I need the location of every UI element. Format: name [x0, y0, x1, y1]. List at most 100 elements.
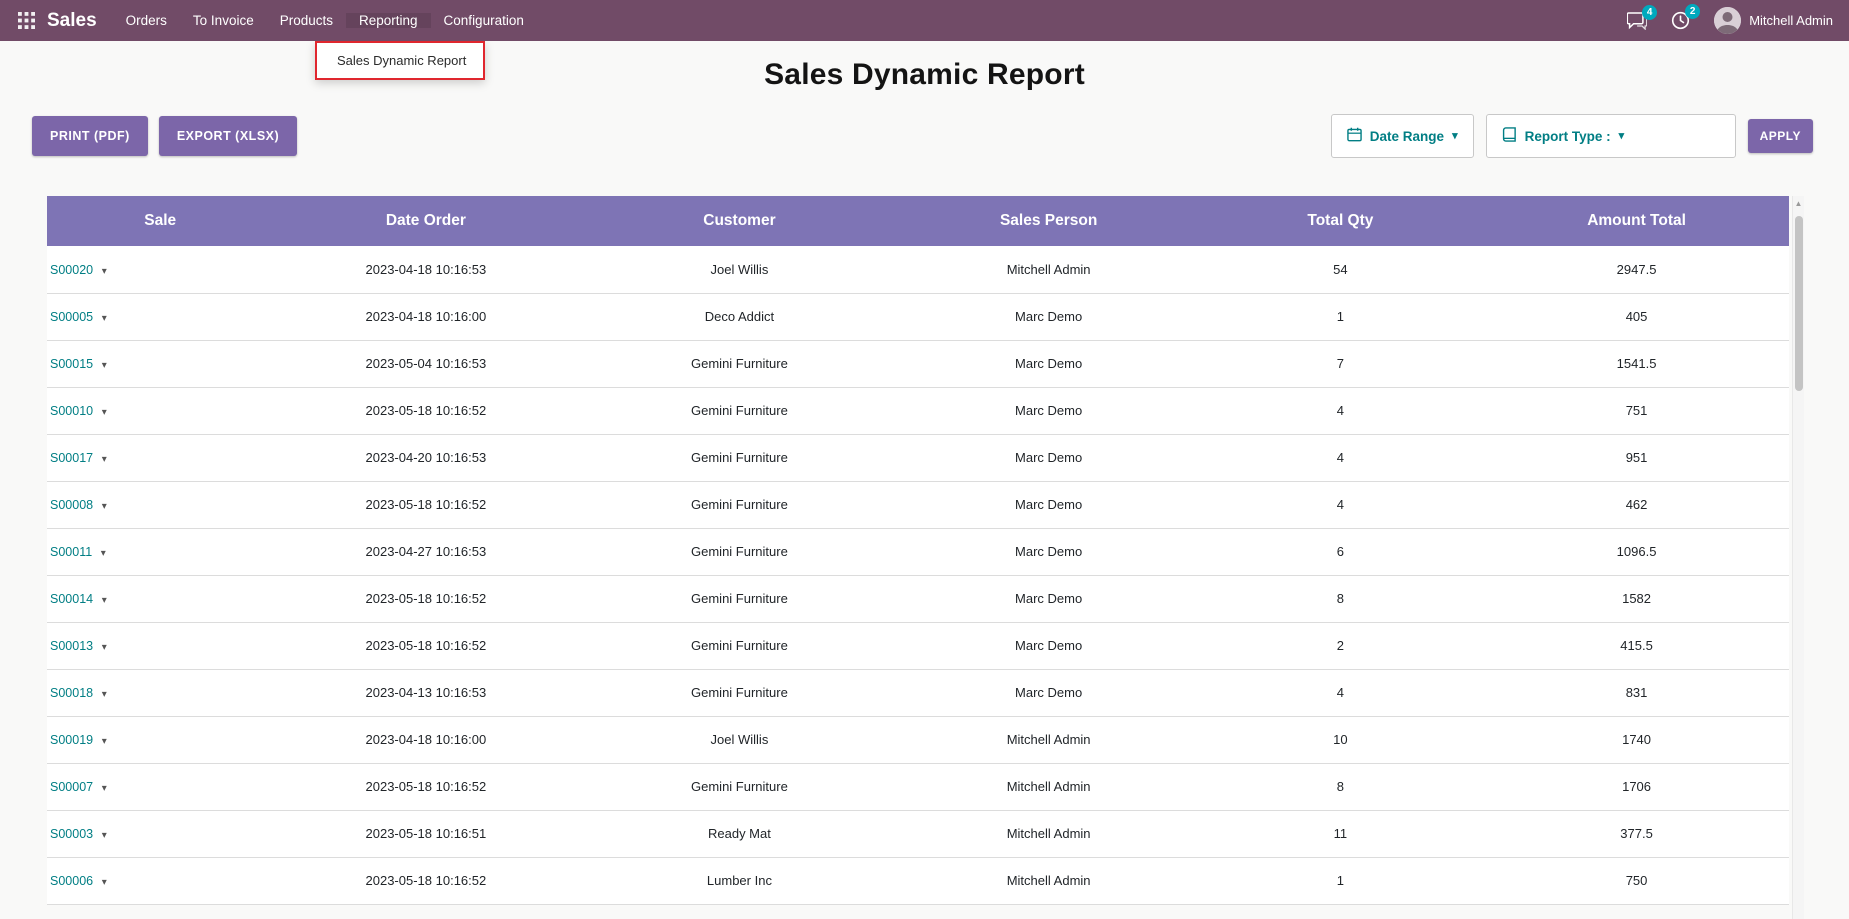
user-avatar [1714, 7, 1741, 34]
date-range-dropdown[interactable]: Date Range ▾ [1331, 114, 1474, 158]
sale-order-link[interactable]: S00020 [50, 263, 93, 277]
cell-total-qty: 11 [1197, 810, 1484, 857]
cell-date-order: 2023-04-13 10:16:53 [273, 669, 578, 716]
caret-down-icon: ▾ [1619, 131, 1625, 142]
cell-amount-total: 951 [1484, 434, 1789, 481]
column-header-sales-person: Sales Person [901, 196, 1197, 246]
caret-down-icon[interactable]: ▾ [102, 642, 107, 653]
user-menu[interactable]: Mitchell Admin [1714, 7, 1833, 34]
app-brand[interactable]: Sales [47, 10, 97, 32]
toolbar: PRINT (PDF) EXPORT (XLSX) Date Range ▾ [32, 114, 1813, 158]
cell-customer: Gemini Furniture [578, 622, 900, 669]
nav-item-to-invoice[interactable]: To Invoice [180, 13, 267, 28]
apps-grid-icon[interactable] [14, 0, 38, 41]
sale-order-link[interactable]: S00003 [50, 827, 93, 841]
caret-down-icon[interactable]: ▾ [102, 266, 107, 277]
messages-icon[interactable]: 4 [1627, 12, 1647, 30]
cell-sale: S00015 ▾ [47, 340, 273, 387]
caret-down-icon[interactable]: ▾ [102, 783, 107, 794]
cell-sales-person: Mitchell Admin [901, 716, 1197, 763]
caret-down-icon[interactable]: ▾ [102, 689, 107, 700]
sale-order-link[interactable]: S00007 [50, 780, 93, 794]
report-type-dropdown[interactable]: Report Type : ▾ [1486, 114, 1736, 158]
page-title: Sales Dynamic Report [0, 58, 1849, 92]
caret-down-icon[interactable]: ▾ [102, 501, 107, 512]
nav-item-reporting[interactable]: Reporting [346, 13, 431, 28]
cell-amount-total: 1096.5 [1484, 528, 1789, 575]
cell-customer: Gemini Furniture [578, 481, 900, 528]
caret-down-icon[interactable]: ▾ [102, 454, 107, 465]
activities-clock-icon[interactable]: 2 [1671, 11, 1690, 30]
cell-customer: Gemini Furniture [578, 575, 900, 622]
sale-order-link[interactable]: S00019 [50, 733, 93, 747]
cell-date-order: 2023-05-18 10:16:52 [273, 575, 578, 622]
cell-customer: Gemini Furniture [578, 434, 900, 481]
column-header-amount-total: Amount Total [1484, 196, 1789, 246]
sale-order-link[interactable]: S00005 [50, 310, 93, 324]
cell-amount-total: 1541.5 [1484, 340, 1789, 387]
calendar-icon [1347, 127, 1362, 145]
table-row: S00019 ▾ 2023-04-18 10:16:00 Joel Willis… [47, 716, 1789, 763]
nav-item-configuration[interactable]: Configuration [431, 13, 537, 28]
scroll-up-arrow-icon[interactable]: ▲ [1793, 199, 1804, 208]
sale-order-link[interactable]: S00014 [50, 592, 93, 606]
cell-total-qty: 1 [1197, 857, 1484, 904]
cell-amount-total: 1582 [1484, 575, 1789, 622]
caret-down-icon[interactable]: ▾ [102, 313, 107, 324]
cell-total-qty: 54 [1197, 246, 1484, 293]
cell-sale: S00008 ▾ [47, 481, 273, 528]
cell-sales-person: Mitchell Admin [901, 810, 1197, 857]
sale-order-link[interactable]: S00018 [50, 686, 93, 700]
cell-total-qty: 2 [1197, 622, 1484, 669]
cell-amount-total: 751 [1484, 387, 1789, 434]
sale-order-link[interactable]: S00008 [50, 498, 93, 512]
cell-sale: S00018 ▾ [47, 669, 273, 716]
menu-item-sales-dynamic-report[interactable]: Sales Dynamic Report [317, 43, 483, 78]
caret-down-icon[interactable]: ▾ [102, 360, 107, 371]
cell-customer: Gemini Furniture [578, 528, 900, 575]
caret-down-icon[interactable]: ▾ [102, 407, 107, 418]
caret-down-icon[interactable]: ▾ [102, 595, 107, 606]
export-xlsx-button[interactable]: EXPORT (XLSX) [159, 116, 297, 156]
navbar-spacer [537, 0, 1627, 41]
cell-amount-total: 415.5 [1484, 622, 1789, 669]
sale-order-link[interactable]: S00017 [50, 451, 93, 465]
sale-order-link[interactable]: S00010 [50, 404, 93, 418]
cell-total-qty: 8 [1197, 763, 1484, 810]
activities-badge: 2 [1685, 4, 1700, 19]
date-range-label: Date Range [1370, 129, 1444, 144]
sale-order-link[interactable]: S00013 [50, 639, 93, 653]
nav-item-products[interactable]: Products [267, 13, 346, 28]
user-name: Mitchell Admin [1749, 13, 1833, 28]
cell-customer: Ready Mat [578, 810, 900, 857]
print-pdf-button[interactable]: PRINT (PDF) [32, 116, 148, 156]
sale-order-link[interactable]: S00015 [50, 357, 93, 371]
caret-down-icon[interactable]: ▾ [102, 736, 107, 747]
cell-amount-total: 1706 [1484, 763, 1789, 810]
table-row: S00018 ▾ 2023-04-13 10:16:53 Gemini Furn… [47, 669, 1789, 716]
cell-customer: Gemini Furniture [578, 763, 900, 810]
cell-customer: Deco Addict [578, 293, 900, 340]
caret-down-icon[interactable]: ▾ [102, 877, 107, 888]
table-row: S00017 ▾ 2023-04-20 10:16:53 Gemini Furn… [47, 434, 1789, 481]
table-row: S00008 ▾ 2023-05-18 10:16:52 Gemini Furn… [47, 481, 1789, 528]
sale-order-link[interactable]: S00011 [50, 545, 92, 559]
cell-sales-person: Marc Demo [901, 528, 1197, 575]
caret-down-icon[interactable]: ▾ [101, 548, 106, 559]
column-header-sale: Sale [47, 196, 273, 246]
cell-customer: Joel Willis [578, 246, 900, 293]
scrollbar-thumb[interactable] [1795, 216, 1803, 391]
cell-sale: S00019 ▾ [47, 716, 273, 763]
cell-sale: S00003 ▾ [47, 810, 273, 857]
sale-order-link[interactable]: S00006 [50, 874, 93, 888]
caret-down-icon[interactable]: ▾ [102, 830, 107, 841]
cell-sale: S00011 ▾ [47, 528, 273, 575]
cell-sales-person: Marc Demo [901, 387, 1197, 434]
nav-item-orders[interactable]: Orders [113, 13, 180, 28]
navbar-left: Sales Orders To Invoice Products Reporti… [14, 0, 537, 41]
cell-sale: S00020 ▾ [47, 246, 273, 293]
apply-button[interactable]: APPLY [1748, 119, 1813, 153]
table-row: S00014 ▾ 2023-05-18 10:16:52 Gemini Furn… [47, 575, 1789, 622]
cell-total-qty: 1 [1197, 293, 1484, 340]
cell-sales-person: Mitchell Admin [901, 857, 1197, 904]
